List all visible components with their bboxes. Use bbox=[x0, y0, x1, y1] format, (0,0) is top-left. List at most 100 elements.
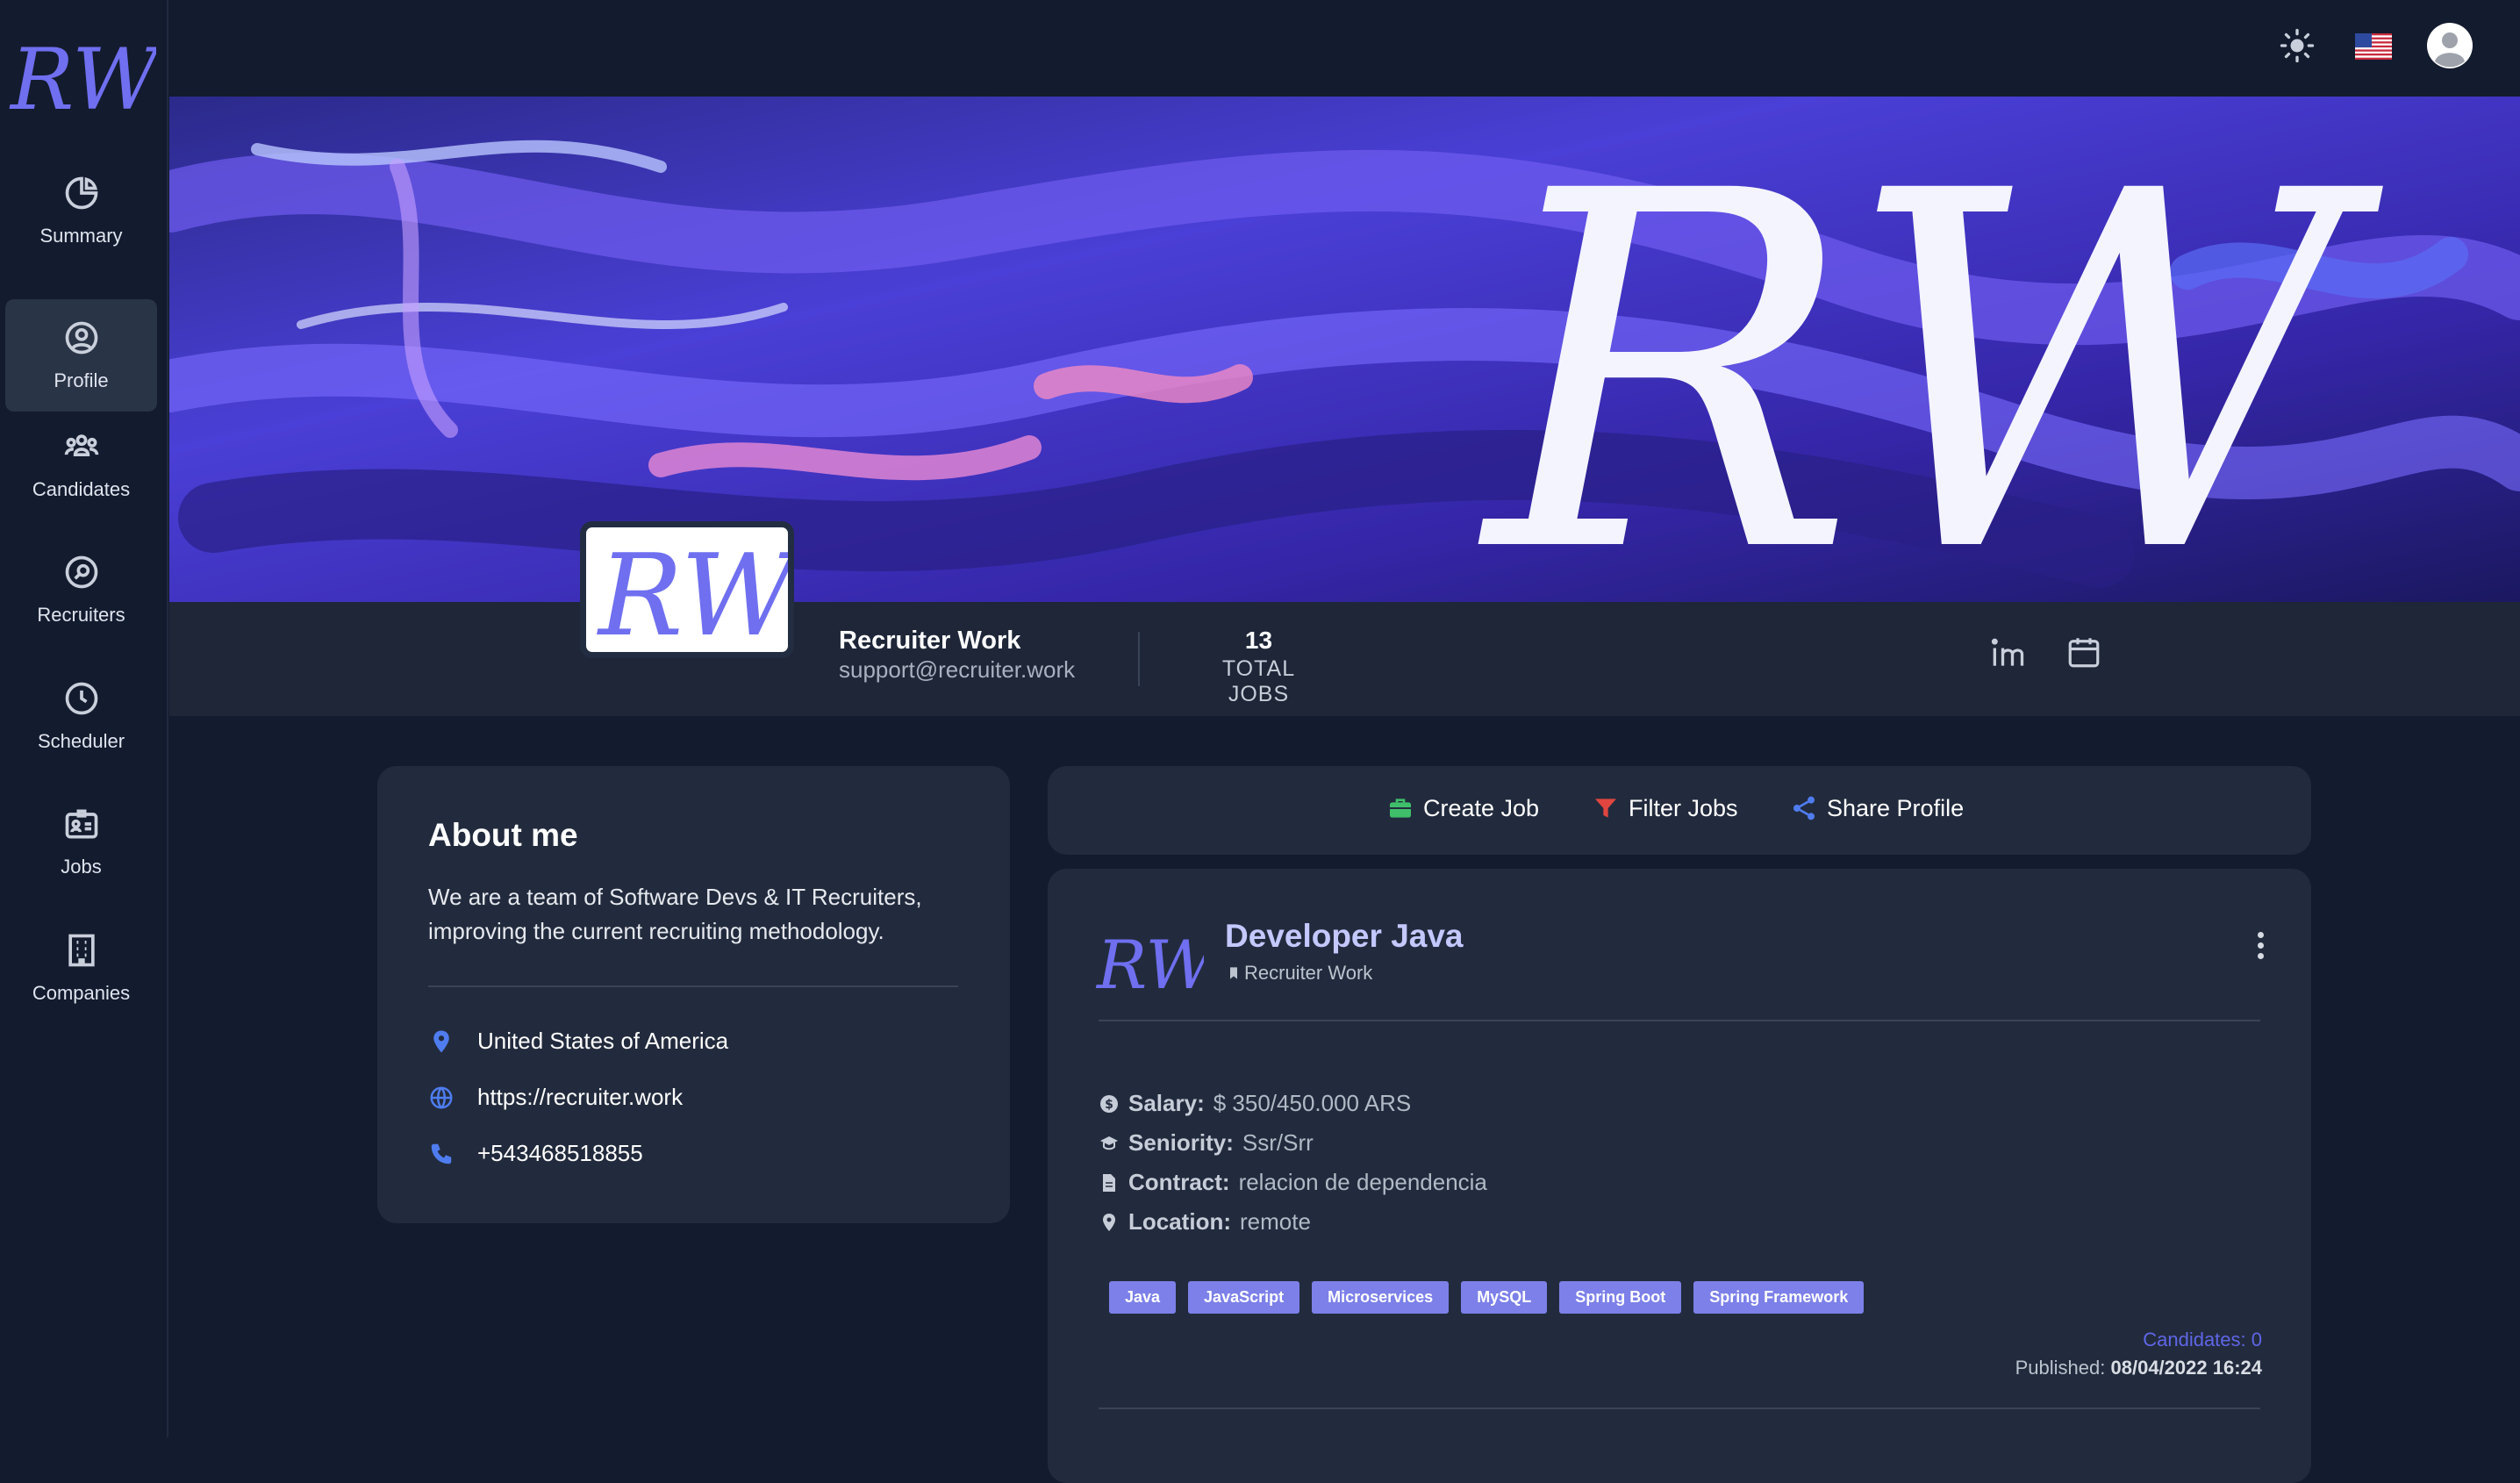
document-icon bbox=[1103, 1173, 1115, 1192]
job-company-name: Recruiter Work bbox=[1244, 962, 1373, 984]
skill-tag[interactable]: JavaScript bbox=[1188, 1281, 1300, 1314]
share-profile-label: Share Profile bbox=[1827, 794, 1965, 821]
sidebar-item-label: Jobs bbox=[61, 856, 102, 878]
group-icon bbox=[64, 434, 98, 456]
seniority-value: Ssr/Srr bbox=[1242, 1129, 1314, 1156]
share-profile-button[interactable]: Share Profile bbox=[1790, 794, 1964, 822]
location-text: United States of America bbox=[477, 1028, 729, 1054]
job-location-key: Location: bbox=[1128, 1208, 1231, 1235]
job-company-logo: RW bbox=[1095, 926, 1204, 997]
dollar-circle-icon: $ bbox=[1100, 1094, 1118, 1113]
app-logo[interactable]: RW bbox=[7, 32, 156, 128]
sidebar-item-profile[interactable]: Profile bbox=[5, 299, 157, 412]
profile-banner: RW bbox=[169, 97, 2520, 602]
skill-tag[interactable]: MySQL bbox=[1461, 1281, 1548, 1314]
sidebar-item-jobs[interactable]: Jobs bbox=[5, 785, 157, 898]
filter-jobs-label: Filter Jobs bbox=[1629, 794, 1738, 821]
skill-tag[interactable]: Spring Boot bbox=[1559, 1281, 1682, 1314]
user-avatar-icon[interactable] bbox=[2427, 23, 2473, 68]
top-bar bbox=[168, 0, 2520, 97]
job-location-row: Location: remote bbox=[1099, 1208, 1311, 1236]
salary-value: $ 350/450.000 ARS bbox=[1213, 1090, 1412, 1116]
job-title[interactable]: Developer Java bbox=[1225, 918, 1464, 955]
contract-value: relacion de dependencia bbox=[1238, 1169, 1487, 1195]
skill-tags: Java JavaScript Microservices MySQL Spri… bbox=[1109, 1281, 1865, 1314]
pie-chart-icon bbox=[65, 176, 97, 210]
briefcase-icon bbox=[1390, 799, 1411, 818]
logo-text: RW bbox=[9, 32, 156, 128]
create-job-label: Create Job bbox=[1423, 794, 1540, 821]
banner-text: RW bbox=[1478, 97, 2389, 602]
building-icon bbox=[68, 934, 95, 967]
sidebar-item-label: Companies bbox=[32, 982, 131, 1004]
id-card-icon bbox=[65, 809, 97, 839]
published-label: Published: bbox=[2015, 1357, 2106, 1379]
published-value: 08/04/2022 16:24 bbox=[2110, 1357, 2263, 1379]
total-jobs-count: 13 bbox=[1244, 627, 1273, 654]
job-more-menu-button[interactable] bbox=[2255, 932, 2266, 964]
job-divider-bottom bbox=[1099, 1408, 2260, 1409]
sidebar: RW Summary Profile Candidates Recruiters… bbox=[0, 0, 168, 1437]
banner-artwork: RW bbox=[169, 97, 2520, 602]
job-card[interactable]: RW Developer Java Recruiter Work $ Salar… bbox=[1048, 869, 2311, 1483]
contract-key: Contract: bbox=[1128, 1169, 1230, 1195]
job-company: Recruiter Work bbox=[1227, 962, 1372, 985]
about-title: About me bbox=[428, 817, 578, 853]
website-link[interactable]: https://recruiter.work bbox=[477, 1084, 683, 1111]
sidebar-item-summary[interactable]: Summary bbox=[5, 154, 157, 267]
sidebar-item-label: Profile bbox=[54, 369, 109, 391]
job-divider-top bbox=[1099, 1020, 2260, 1021]
search-circle-icon bbox=[65, 555, 97, 589]
skill-tag[interactable]: Microservices bbox=[1312, 1281, 1450, 1314]
phone-icon bbox=[431, 1143, 452, 1164]
contract-row: Contract: relacion de dependencia bbox=[1099, 1169, 1487, 1196]
sidebar-item-label: Recruiters bbox=[37, 604, 125, 626]
published-date: Published: 08/04/2022 16:24 bbox=[2015, 1357, 2262, 1379]
job-actions-bar: Create Job Filter Jobs Share Profile bbox=[1048, 766, 2311, 855]
map-pin-icon bbox=[433, 1030, 449, 1052]
seniority-row: Seniority: Ssr/Srr bbox=[1099, 1129, 1314, 1157]
company-avatar: RW bbox=[580, 521, 794, 658]
linkedin-icon[interactable] bbox=[1988, 634, 2027, 672]
graduation-cap-icon bbox=[1100, 1136, 1118, 1150]
profile-strip bbox=[169, 602, 2520, 716]
sidebar-item-recruiters[interactable]: Recruiters bbox=[5, 534, 157, 646]
calendar-icon[interactable] bbox=[2065, 634, 2102, 670]
strip-divider bbox=[1138, 632, 1140, 686]
svg-text:RW: RW bbox=[597, 531, 788, 652]
globe-icon bbox=[430, 1086, 453, 1108]
location-pin-icon bbox=[1103, 1213, 1115, 1231]
sun-icon[interactable] bbox=[2280, 28, 2315, 63]
skill-tag[interactable]: Java bbox=[1109, 1281, 1177, 1314]
sidebar-item-label: Summary bbox=[39, 225, 123, 247]
about-card: About me We are a team of Software Devs … bbox=[377, 766, 1010, 1223]
company-avatar-logo: RW bbox=[597, 531, 788, 652]
bookmark-icon bbox=[1230, 967, 1237, 979]
us-flag-icon[interactable] bbox=[2355, 33, 2392, 60]
company-email[interactable]: support@recruiter.work bbox=[839, 656, 1075, 684]
location-row: United States of America bbox=[428, 1028, 728, 1055]
sidebar-item-candidates[interactable]: Candidates bbox=[5, 408, 157, 520]
company-name: Recruiter Work bbox=[839, 627, 1021, 655]
phone-text[interactable]: +543468518855 bbox=[477, 1140, 643, 1167]
about-divider bbox=[428, 985, 958, 987]
sidebar-item-label: Candidates bbox=[32, 478, 131, 500]
share-icon bbox=[1793, 796, 1815, 820]
website-row: https://recruiter.work bbox=[428, 1084, 683, 1111]
sidebar-item-scheduler[interactable]: Scheduler bbox=[5, 660, 157, 772]
sidebar-item-companies[interactable]: Companies bbox=[5, 912, 157, 1024]
about-description: We are a team of Software Devs & IT Recr… bbox=[428, 884, 922, 944]
filter-jobs-button[interactable]: Filter Jobs bbox=[1592, 794, 1738, 822]
filter-icon bbox=[1595, 799, 1616, 818]
skill-tag[interactable]: Spring Framework bbox=[1693, 1281, 1865, 1314]
salary-key: Salary: bbox=[1128, 1090, 1205, 1116]
svg-text:RW: RW bbox=[1095, 926, 1204, 997]
candidates-count-link[interactable]: Candidates: 0 bbox=[2143, 1329, 2262, 1351]
job-location-value: remote bbox=[1240, 1208, 1311, 1235]
create-job-button[interactable]: Create Job bbox=[1386, 794, 1539, 822]
sidebar-item-label: Scheduler bbox=[37, 730, 125, 752]
salary-row: $ Salary: $ 350/450.000 ARS bbox=[1099, 1090, 1411, 1117]
seniority-key: Seniority: bbox=[1128, 1129, 1234, 1156]
total-jobs-label: TOTAL JOBS bbox=[1221, 656, 1296, 706]
clock-icon bbox=[65, 682, 97, 715]
